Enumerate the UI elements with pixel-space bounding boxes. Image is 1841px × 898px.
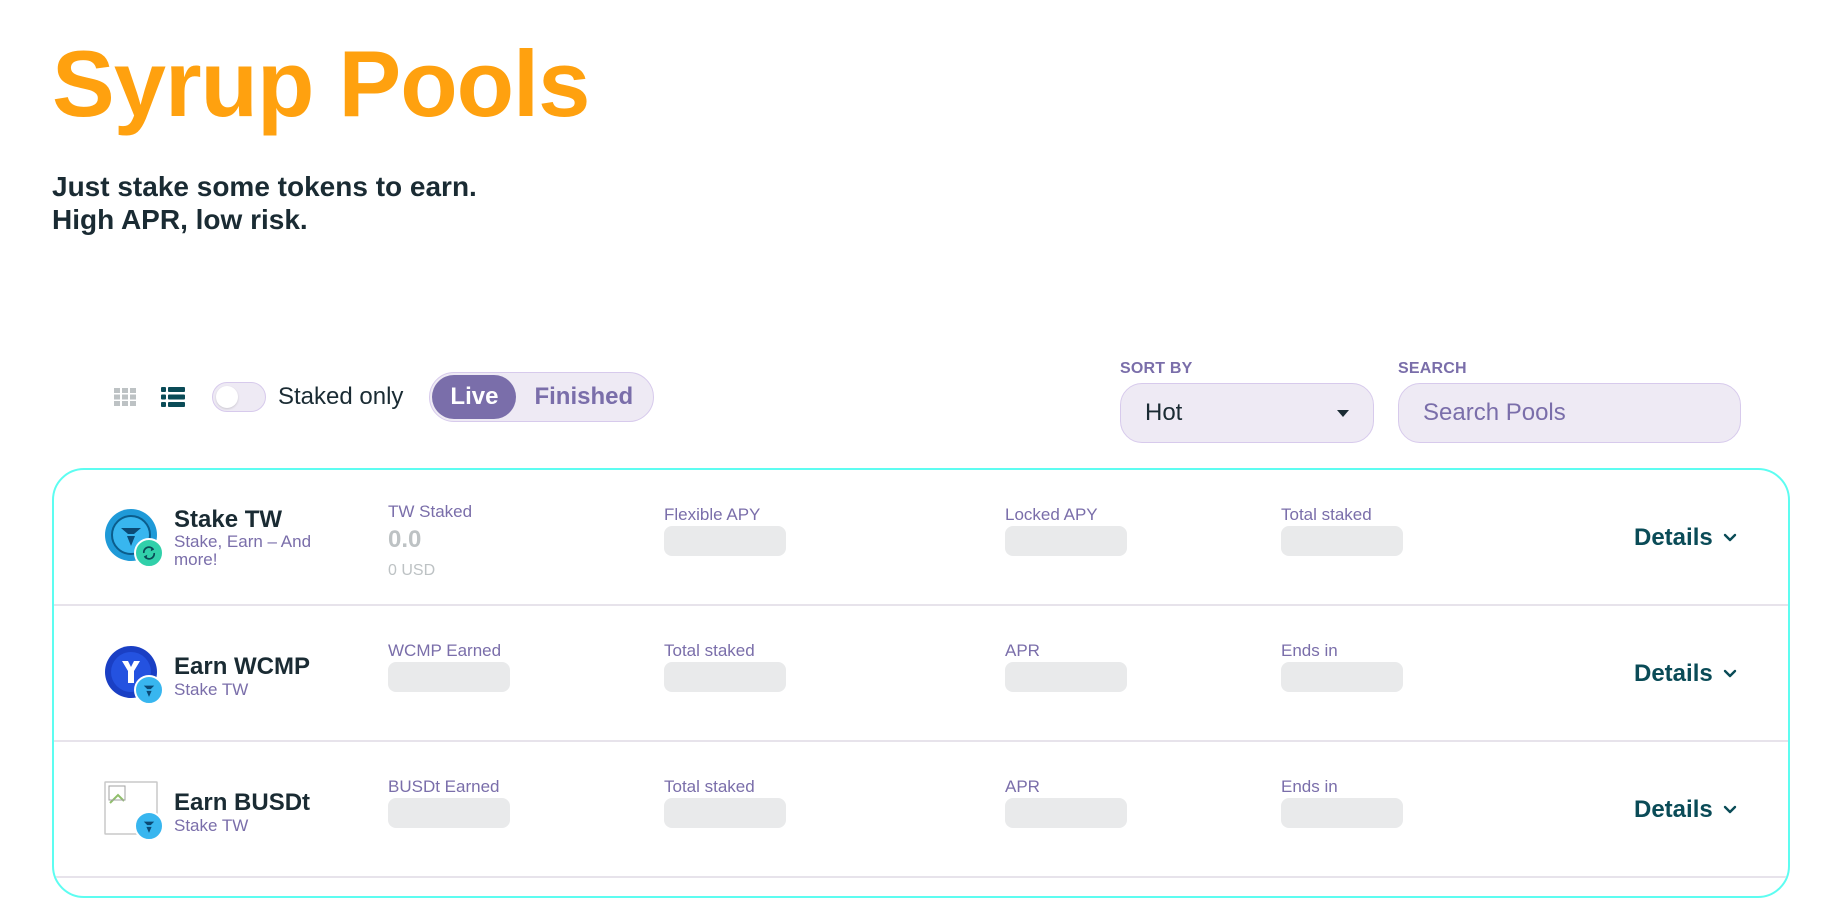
pool-row-earn-busdt[interactable]: Earn BUSDt Stake TW BUSDt Earned Total s… <box>54 742 1788 878</box>
tw-token-badge-icon <box>134 675 164 705</box>
tw-staked-usd: 0 USD <box>388 562 436 579</box>
total-staked-skeleton <box>1281 526 1403 556</box>
details-label: Details <box>1634 796 1713 823</box>
pool-row-stake-tw[interactable]: Stake TW Stake, Earn – And more! TW Stak… <box>54 470 1788 606</box>
toggle-knob <box>216 386 238 408</box>
chevron-down-icon <box>1723 533 1736 542</box>
details-button[interactable]: Details <box>1634 660 1737 688</box>
details-button[interactable]: Details <box>1634 524 1737 552</box>
apr-label: APR <box>1005 777 1040 796</box>
ends-in-label: Ends in <box>1281 641 1338 660</box>
earned-label: BUSDt Earned <box>388 777 500 796</box>
live-finished-tabs: Live Finished <box>429 372 655 422</box>
total-staked-label: Total staked <box>664 777 755 796</box>
total-staked-skeleton <box>664 798 786 828</box>
subtitle-line-2: High APR, low risk. <box>52 204 308 235</box>
total-staked-skeleton <box>664 662 786 692</box>
subtitle-line-1: Just stake some tokens to earn. <box>52 171 477 202</box>
tw-staked-label: TW Staked <box>388 502 473 521</box>
pool-subtitle: Stake TW <box>174 816 249 835</box>
apr-skeleton <box>1005 798 1127 828</box>
pool-title: Earn WCMP <box>174 653 311 680</box>
total-staked-label: Total staked <box>664 641 755 660</box>
flexible-apy-label: Flexible APY <box>664 505 761 524</box>
pool-logo <box>104 508 164 568</box>
chevron-down-icon <box>1723 669 1736 678</box>
pool-controls: Staked only Live Finished <box>110 372 655 422</box>
ends-in-skeleton <box>1281 662 1403 692</box>
details-label: Details <box>1634 524 1713 551</box>
sort-by-select[interactable]: Hot <box>1120 383 1374 443</box>
total-staked-label: Total staked <box>1281 505 1372 524</box>
earned-skeleton <box>388 662 510 692</box>
staked-only-label: Staked only <box>278 383 404 410</box>
details-button[interactable]: Details <box>1634 796 1737 824</box>
pool-logo <box>104 781 164 841</box>
page-subtitle: Just stake some tokens to earn. High APR… <box>52 170 477 236</box>
list-view-icon[interactable] <box>158 382 188 412</box>
sort-by-value: Hot <box>1145 399 1183 426</box>
chevron-down-icon <box>1723 805 1736 814</box>
pool-title: Earn BUSDt <box>174 789 311 816</box>
staked-only-toggle[interactable] <box>212 382 266 412</box>
earned-label: WCMP Earned <box>388 641 502 660</box>
earned-skeleton <box>388 798 510 828</box>
page-title: Syrup Pools <box>52 31 590 136</box>
tw-staked-value: 0.0 <box>388 526 422 553</box>
pool-title: Stake TW <box>174 506 283 533</box>
pool-row-earn-wcmp[interactable]: Earn WCMP Stake TW WCMP Earned Total sta… <box>54 606 1788 742</box>
auto-compound-icon <box>134 538 164 568</box>
grid-view-icon[interactable] <box>110 382 140 412</box>
ends-in-label: Ends in <box>1281 777 1338 796</box>
pools-table: Stake TW Stake, Earn – And more! TW Stak… <box>52 468 1790 898</box>
apr-skeleton <box>1005 662 1127 692</box>
pool-subtitle: Stake TW <box>174 680 249 699</box>
flexible-apy-skeleton <box>664 526 786 556</box>
search-label: SEARCH <box>1398 360 1467 377</box>
apr-label: APR <box>1005 641 1040 660</box>
locked-apy-skeleton <box>1005 526 1127 556</box>
tab-live[interactable]: Live <box>432 375 517 419</box>
tab-finished[interactable]: Finished <box>516 375 651 419</box>
pool-logo <box>104 645 164 705</box>
ends-in-skeleton <box>1281 798 1403 828</box>
locked-apy-label: Locked APY <box>1005 505 1098 524</box>
search-input[interactable] <box>1398 383 1741 443</box>
tw-token-badge-icon <box>134 811 164 841</box>
caret-down-icon <box>1337 409 1349 417</box>
details-label: Details <box>1634 660 1713 687</box>
pool-subtitle: Stake, Earn – And more! <box>174 532 312 569</box>
sort-by-label: SORT BY <box>1120 360 1193 377</box>
